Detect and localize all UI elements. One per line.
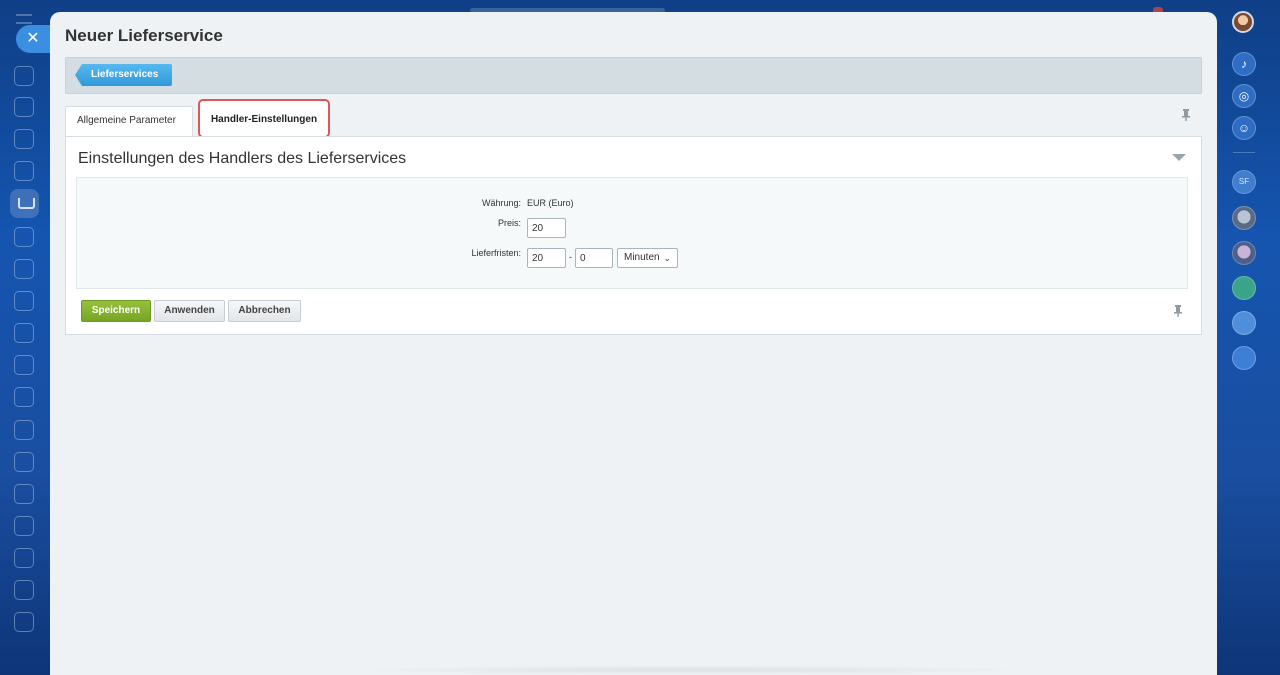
settings-icon[interactable] <box>14 355 34 375</box>
channel-icon[interactable] <box>1232 311 1256 335</box>
left-sidebar <box>0 0 50 675</box>
chat-icon[interactable]: ☺ <box>1232 116 1256 140</box>
target-icon[interactable] <box>14 161 34 181</box>
delivery-unit-value: Minuten <box>624 252 660 263</box>
group-chat-icon[interactable] <box>1232 276 1256 300</box>
task-icon[interactable] <box>14 227 34 247</box>
user-initials: SF <box>1238 177 1250 186</box>
delivery-unit-select[interactable]: Minuten ⌄ <box>617 248 678 268</box>
document-icon[interactable] <box>14 387 34 407</box>
bottom-shadow <box>340 665 1040 675</box>
mail-icon[interactable] <box>14 548 34 568</box>
lock-icon[interactable] <box>14 580 34 600</box>
pin-icon[interactable] <box>1174 305 1182 320</box>
currency-label: Währung: <box>481 198 521 208</box>
monitor-icon[interactable] <box>14 484 34 504</box>
user-initials-avatar[interactable]: SF <box>1232 170 1256 194</box>
chevron-down-icon[interactable] <box>1172 154 1186 161</box>
delivery-to-input[interactable] <box>575 248 613 268</box>
settings-section: Einstellungen des Handlers des Lieferser… <box>65 136 1202 335</box>
bookmark-icon[interactable] <box>1232 346 1256 370</box>
calendar-grid-icon[interactable] <box>14 420 34 440</box>
bell-icon[interactable]: ♪ <box>1232 52 1256 76</box>
store-icon[interactable] <box>14 129 34 149</box>
chevron-down-icon: ⌄ <box>663 253 671 263</box>
file-icon[interactable] <box>14 452 34 472</box>
tab-handler-settings[interactable]: Handler-Einstellungen <box>198 99 330 138</box>
currency-value: EUR (Euro) <box>527 198 574 208</box>
section-title: Einstellungen des Handlers des Lieferser… <box>78 150 407 167</box>
close-button[interactable]: ✕ <box>16 25 50 53</box>
breadcrumb-back-button[interactable]: Lieferservices <box>75 64 173 86</box>
delivery-row: Lieferfristen: - Minuten ⌄ <box>77 248 1187 270</box>
slider-panel: Neuer Lieferservice Lieferservices Allge… <box>50 12 1217 675</box>
contact-avatar[interactable] <box>1232 241 1256 265</box>
price-input[interactable] <box>527 218 566 238</box>
user-avatar[interactable] <box>1232 11 1254 33</box>
card-icon[interactable] <box>14 516 34 536</box>
close-icon: ✕ <box>26 30 40 47</box>
pin-icon[interactable] <box>1182 109 1190 124</box>
chat-bubble-icon[interactable] <box>14 259 34 279</box>
price-label: Preis: <box>497 218 521 228</box>
delivery-separator: - <box>569 252 572 262</box>
breadcrumb: Lieferservices <box>65 57 1202 94</box>
menu-icon[interactable] <box>16 14 32 24</box>
contact-avatar[interactable] <box>1232 206 1256 230</box>
delivery-label: Lieferfristen: <box>471 248 521 258</box>
tab-general-parameters[interactable]: Allgemeine Parameter <box>65 106 193 136</box>
funnel-icon[interactable] <box>14 66 34 86</box>
cart-icon[interactable] <box>10 189 39 218</box>
right-divider <box>1233 152 1255 153</box>
save-button[interactable]: Speichern <box>81 300 151 322</box>
delivery-from-input[interactable] <box>527 248 566 268</box>
calendar-icon[interactable] <box>14 97 34 117</box>
handler-form: Währung: EUR (Euro) Preis: Lieferfristen… <box>76 177 1188 289</box>
automation-icon[interactable] <box>14 323 34 343</box>
cancel-button[interactable]: Abbrechen <box>228 300 301 322</box>
messages-icon[interactable] <box>14 291 34 311</box>
price-row: Preis: <box>77 218 1187 240</box>
spiral-icon[interactable]: ◎ <box>1232 84 1256 108</box>
currency-row: Währung: EUR (Euro) <box>77 198 1187 220</box>
apply-button[interactable]: Anwenden <box>154 300 225 322</box>
gear-icon[interactable] <box>14 612 34 632</box>
page-title: Neuer Lieferservice <box>65 26 223 45</box>
